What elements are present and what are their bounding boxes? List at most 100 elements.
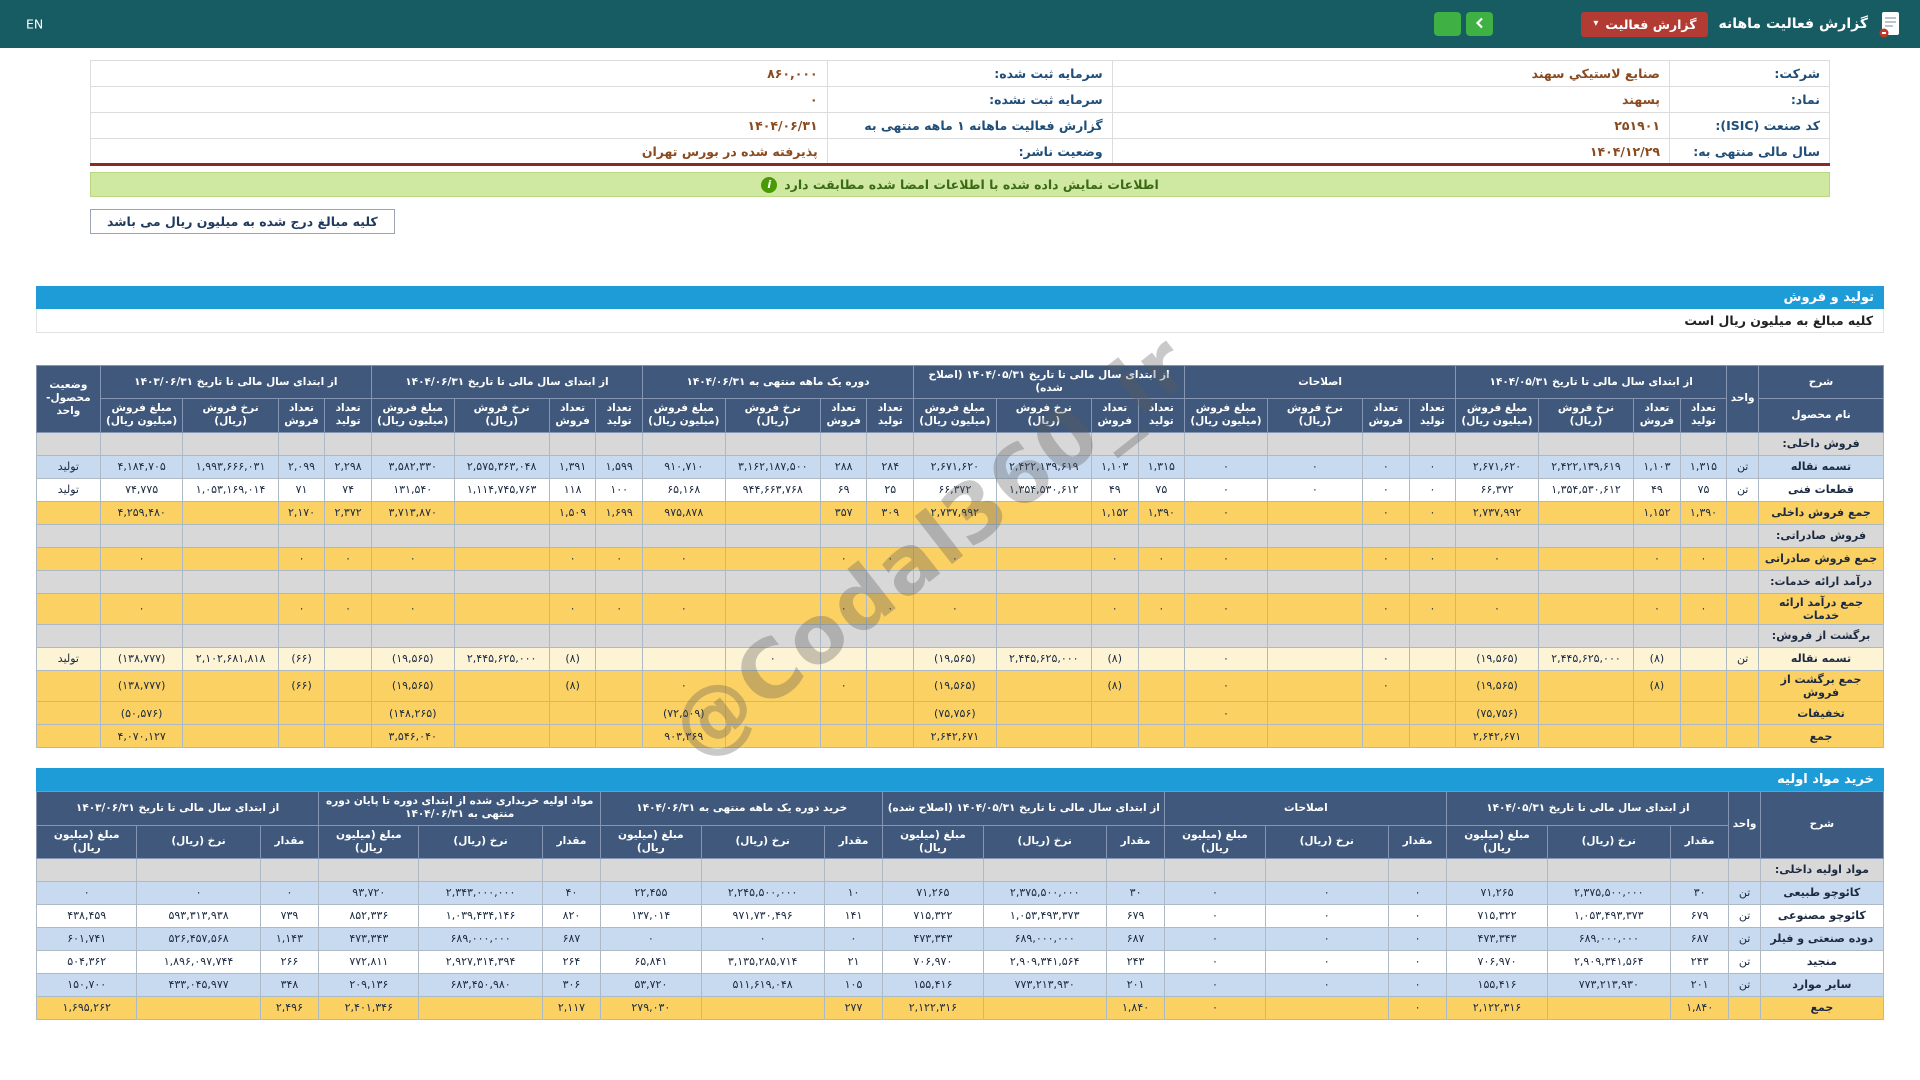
table-cell: ۲,۲۹۸ bbox=[324, 454, 372, 479]
column-header: نرخ (ریال) bbox=[700, 824, 825, 859]
table-cell: ۲۰۱ bbox=[1105, 972, 1166, 997]
table-cell bbox=[277, 569, 326, 594]
group-row: درآمد ارائه خدمات: bbox=[36, 569, 1884, 594]
table-cell: ۶۷۹ bbox=[1669, 903, 1730, 928]
table-cell bbox=[1266, 546, 1364, 571]
table-cell: ۵۰۴,۳۶۲ bbox=[35, 949, 138, 974]
table-cell: ۷۷۳,۲۱۳,۹۳۰ bbox=[1546, 972, 1671, 997]
production-sales-table: شرح واحد از ابتدای سال مالی تا تاریخ ۱۴۰۴/… bbox=[36, 364, 1884, 749]
table-cell: ۲۴۳ bbox=[1669, 949, 1730, 974]
table-cell bbox=[1633, 569, 1681, 594]
table-cell: ۲۰۹,۱۳۶ bbox=[318, 972, 420, 997]
table-cell: ۲,۹۰۹,۳۴۱,۵۶۴ bbox=[982, 949, 1107, 974]
status-cell bbox=[36, 546, 101, 571]
status-cell bbox=[36, 569, 101, 594]
table-cell bbox=[724, 623, 821, 648]
table-cell: ۰ bbox=[277, 592, 326, 625]
table-cell: (۱۹,۵۶۵) bbox=[370, 646, 455, 671]
table-cell: ۰ bbox=[1362, 477, 1410, 502]
table-cell bbox=[595, 701, 643, 726]
column-header: مقدار bbox=[1387, 824, 1448, 859]
row-label: سایر موارد bbox=[1759, 972, 1885, 997]
table-cell: ۹۷۵,۸۷۸ bbox=[641, 500, 726, 525]
column-header: تعداد فروش bbox=[1633, 398, 1681, 433]
table-cell bbox=[324, 646, 372, 671]
column-header: مبلغ فروش (میلیون ریال) bbox=[370, 398, 455, 433]
company-label: شرکت: bbox=[1669, 60, 1830, 87]
row-label: تخفیفات bbox=[1758, 701, 1884, 726]
table-cell bbox=[182, 431, 279, 456]
report-type-button[interactable]: گزارش فعالیت ▾ bbox=[1581, 11, 1709, 37]
table-cell: ۲۴۳ bbox=[1105, 949, 1166, 974]
table-cell bbox=[995, 546, 1092, 571]
table-cell: ۲,۴۲۲,۱۳۹,۶۱۹ bbox=[1537, 454, 1635, 479]
codal-monthly-activity-report-page: گزارش فعالیت ماهانه گزارش فعالیت ▾ EN شر… bbox=[0, 0, 1920, 1080]
table-cell bbox=[548, 523, 597, 548]
table-cell: ۰ bbox=[866, 546, 915, 571]
table-cell: ۳,۷۱۳,۸۷۰ bbox=[370, 500, 455, 525]
column-header: مقدار bbox=[259, 824, 320, 859]
table-cell: ۰ bbox=[1264, 880, 1389, 905]
table-cell bbox=[995, 623, 1092, 648]
next-report-button[interactable] bbox=[1434, 12, 1462, 36]
table-cell bbox=[453, 569, 550, 594]
report-icon bbox=[1878, 10, 1902, 38]
table-cell bbox=[724, 592, 821, 625]
table-cell bbox=[866, 431, 915, 456]
table-cell: ۰ bbox=[35, 880, 138, 905]
table-cell: ۳۰۶ bbox=[541, 972, 602, 997]
table-cell bbox=[1679, 724, 1728, 749]
group-row: برگشت از فروش: bbox=[36, 623, 1884, 648]
table-cell: ۹۴۴,۶۶۳,۷۶۸ bbox=[724, 477, 821, 502]
table-cell: ۱,۰۵۳,۴۹۳,۳۷۳ bbox=[982, 903, 1107, 928]
page-title: گزارش فعالیت ماهانه bbox=[1718, 16, 1868, 32]
table-cell: ۳,۵۸۲,۳۳۰ bbox=[370, 454, 455, 479]
column-group-header: از ابتدای سال مالی تا تاریخ ۱۴۰۳/۰۶/۳۱ bbox=[99, 364, 372, 400]
table-cell bbox=[724, 569, 821, 594]
table-cell bbox=[453, 724, 550, 749]
table-cell: ۰ bbox=[1362, 454, 1410, 479]
table-cell bbox=[1537, 523, 1635, 548]
fiscal-year-value: ۱۴۰۴/۱۲/۲۹ bbox=[1111, 138, 1671, 165]
top-header-bar: گزارش فعالیت ماهانه گزارش فعالیت ▾ EN bbox=[0, 0, 1920, 48]
column-header-product-name: نام محصول bbox=[1758, 398, 1884, 433]
table-cell: ۷۳۹ bbox=[259, 903, 320, 928]
unit-cell: تن bbox=[1726, 454, 1760, 479]
table-cell bbox=[1137, 701, 1186, 726]
unit-cell: تن bbox=[1726, 477, 1760, 502]
table-cell: ۲۷۷ bbox=[823, 995, 884, 1020]
amounts-note: کلیه مبالغ درج شده به میلیون ریال می باش… bbox=[90, 209, 395, 234]
table-cell bbox=[995, 569, 1092, 594]
table-cell: ۱,۳۵۴,۵۳۰,۶۱۲ bbox=[1537, 477, 1635, 502]
row-label: جمع فروش صادراتی bbox=[1758, 546, 1884, 571]
table-cell: (۱۹,۵۶۵) bbox=[1455, 669, 1539, 703]
table-cell: ۱,۰۵۳,۱۶۹,۰۱۴ bbox=[182, 477, 279, 502]
table-cell: (۸) bbox=[548, 669, 597, 703]
table-cell bbox=[548, 623, 597, 648]
table-cell bbox=[136, 995, 261, 1020]
table-cell: ۴۳۸,۴۵۹ bbox=[35, 903, 138, 928]
table-cell bbox=[182, 623, 279, 648]
table-cell: ۶۶,۳۷۲ bbox=[913, 477, 997, 502]
table-cell: ۰ bbox=[1387, 880, 1448, 905]
chevron-right-icon bbox=[1443, 17, 1453, 32]
table-cell: ۶۷۹ bbox=[1105, 903, 1166, 928]
table-cell: ۲,۳۷۵,۵۰۰,۰۰۰ bbox=[1546, 880, 1671, 905]
table-cell: ۱۳۷,۰۱۴ bbox=[600, 903, 702, 928]
table-cell: ۰ bbox=[1679, 592, 1728, 625]
table-cell bbox=[819, 646, 868, 671]
report-period-label: گزارش فعالیت ماهانه ۱ ماهه منتهی به bbox=[826, 112, 1113, 139]
language-en-link[interactable]: EN bbox=[26, 17, 43, 32]
status-cell bbox=[36, 724, 101, 749]
table-cell bbox=[277, 623, 326, 648]
table-cell: ۶۵,۱۶۸ bbox=[641, 477, 726, 502]
table-cell: ۴,۲۵۹,۴۸۰ bbox=[99, 500, 184, 525]
table-cell bbox=[866, 669, 915, 703]
table-cell: ۴۹ bbox=[1633, 477, 1681, 502]
previous-report-button[interactable] bbox=[1466, 12, 1494, 36]
column-header: تعداد تولید bbox=[595, 398, 643, 433]
status-cell bbox=[36, 523, 101, 548]
table-cell bbox=[819, 523, 868, 548]
unit-cell bbox=[1728, 995, 1761, 1020]
table-cell: ۰ bbox=[1164, 880, 1266, 905]
